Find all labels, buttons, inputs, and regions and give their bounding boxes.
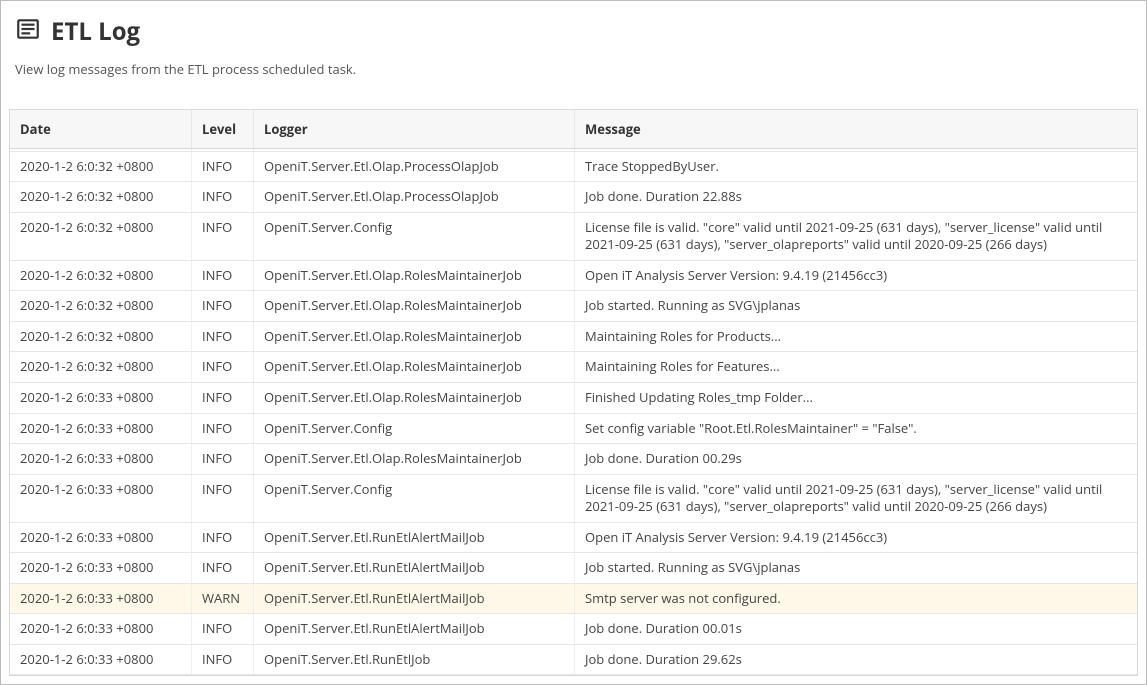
cell-message: License file is valid. "core" valid unti… [575, 475, 1137, 522]
cell-logger: OpeniT.Server.Etl.Olap.RolesMaintainerJo… [254, 322, 575, 352]
cell-logger: OpeniT.Server.Etl.RunEtlAlertMailJob [254, 584, 575, 614]
log-icon [15, 16, 41, 47]
cell-logger: OpeniT.Server.Etl.RunEtlAlertMailJob [254, 523, 575, 553]
table-row[interactable]: 2020-1-2 6:0:32 +0800INFOOpeniT.Server.E… [10, 352, 1137, 383]
cell-date: 2020-1-2 6:0:32 +0800 [10, 291, 192, 321]
cell-message: Job done. Duration 22.88s [575, 182, 1137, 212]
cell-date: 2020-1-2 6:0:33 +0800 [10, 475, 192, 522]
column-header-date[interactable]: Date [10, 110, 192, 148]
cell-message: Job done. Duration 00.29s [575, 444, 1137, 474]
title-row: ETL Log [15, 15, 1132, 48]
table-row[interactable]: 2020-1-2 6:0:32 +0800INFOOpeniT.Server.E… [10, 261, 1137, 292]
cell-level: INFO [192, 614, 254, 644]
cell-message: Maintaining Roles for Features... [575, 352, 1137, 382]
cell-level: INFO [192, 414, 254, 444]
table-row[interactable]: 2020-1-2 6:0:33 +0800INFOOpeniT.Server.E… [10, 523, 1137, 554]
table-row[interactable]: 2020-1-2 6:0:32 +0800INFOOpeniT.Server.E… [10, 182, 1137, 213]
cell-level: INFO [192, 444, 254, 474]
cell-logger: OpeniT.Server.Etl.RunEtlAlertMailJob [254, 553, 575, 583]
cell-level: INFO [192, 182, 254, 212]
page-subtitle: View log messages from the ETL process s… [15, 60, 1132, 78]
cell-level: INFO [192, 645, 254, 675]
cell-level: WARN [192, 584, 254, 614]
cell-level: INFO [192, 383, 254, 413]
cell-logger: OpeniT.Server.Etl.Olap.RolesMaintainerJo… [254, 352, 575, 382]
cell-date: 2020-1-2 6:0:33 +0800 [10, 645, 192, 675]
cell-logger: OpeniT.Server.Etl.RunEtlAlertMailJob [254, 614, 575, 644]
cell-logger: OpeniT.Server.Etl.Olap.ProcessOlapJob [254, 182, 575, 212]
table-row[interactable]: 2020-1-2 6:0:32 +0800INFOOpeniT.Server.E… [10, 152, 1137, 183]
table-row[interactable]: 2020-1-2 6:0:33 +0800INFOOpeniT.Server.E… [10, 645, 1137, 675]
cell-logger: OpeniT.Server.Etl.RunEtlJob [254, 645, 575, 675]
cell-message: Job done. Duration 29.62s [575, 645, 1137, 675]
cell-date: 2020-1-2 6:0:32 +0800 [10, 182, 192, 212]
cell-message: License file is valid. "core" valid unti… [575, 213, 1137, 260]
log-table: Date Level Logger Message 2020-1-2 6:0:3… [9, 109, 1138, 676]
cell-date: 2020-1-2 6:0:33 +0800 [10, 614, 192, 644]
table-row[interactable]: 2020-1-2 6:0:33 +0800INFOOpeniT.Server.C… [10, 475, 1137, 523]
column-header-message[interactable]: Message [575, 110, 1137, 148]
etl-log-page: ETL Log View log messages from the ETL p… [0, 0, 1147, 685]
cell-message: Trace StoppedByUser. [575, 152, 1137, 182]
table-row[interactable]: 2020-1-2 6:0:33 +0800INFOOpeniT.Server.C… [10, 414, 1137, 445]
cell-logger: OpeniT.Server.Etl.Olap.RolesMaintainerJo… [254, 261, 575, 291]
cell-level: INFO [192, 523, 254, 553]
cell-date: 2020-1-2 6:0:33 +0800 [10, 383, 192, 413]
table-row[interactable]: 2020-1-2 6:0:33 +0800INFOOpeniT.Server.E… [10, 553, 1137, 584]
cell-logger: OpeniT.Server.Etl.Olap.RolesMaintainerJo… [254, 383, 575, 413]
cell-logger: OpeniT.Server.Config [254, 475, 575, 522]
cell-message: Set config variable "Root.Etl.RolesMaint… [575, 414, 1137, 444]
cell-message: Open iT Analysis Server Version: 9.4.19 … [575, 523, 1137, 553]
cell-level: INFO [192, 322, 254, 352]
cell-level: INFO [192, 261, 254, 291]
cell-message: Job started. Running as SVG\jplanas [575, 553, 1137, 583]
cell-logger: OpeniT.Server.Etl.Olap.RolesMaintainerJo… [254, 291, 575, 321]
table-row[interactable]: 2020-1-2 6:0:32 +0800INFOOpeniT.Server.C… [10, 213, 1137, 261]
cell-logger: OpeniT.Server.Config [254, 213, 575, 260]
cell-date: 2020-1-2 6:0:32 +0800 [10, 149, 192, 151]
cell-logger: OpeniT.Server.Config [254, 414, 575, 444]
cell-message: Maintaining Roles for Products... [575, 322, 1137, 352]
cell-date: 2020-1-2 6:0:33 +0800 [10, 553, 192, 583]
cell-logger: OpeniT.Server.Etl.Olap.ProcessOlapJob [254, 152, 575, 182]
table-row[interactable]: 2020-1-2 6:0:32 +0800INFOOpeniT.Server.E… [10, 291, 1137, 322]
cell-date: 2020-1-2 6:0:33 +0800 [10, 414, 192, 444]
cell-level: INFO [192, 291, 254, 321]
cell-date: 2020-1-2 6:0:33 +0800 [10, 444, 192, 474]
cell-level: INFO [192, 475, 254, 522]
page-header: ETL Log View log messages from the ETL p… [1, 1, 1146, 100]
table-header-row: Date Level Logger Message [10, 110, 1137, 149]
table-row[interactable]: 2020-1-2 6:0:33 +0800INFOOpeniT.Server.E… [10, 614, 1137, 645]
cell-level: INFO [192, 553, 254, 583]
cell-date: 2020-1-2 6:0:33 +0800 [10, 584, 192, 614]
cell-level: INFO [192, 213, 254, 260]
column-header-level[interactable]: Level [192, 110, 254, 148]
table-row[interactable]: 2020-1-2 6:0:32 +0800INFOOpeniT.Server.E… [10, 322, 1137, 353]
cell-message: Open iT Analysis Server Version: 9.4.19 … [575, 261, 1137, 291]
table-row[interactable]: 2020-1-2 6:0:33 +0800INFOOpeniT.Server.E… [10, 444, 1137, 475]
cell-date: 2020-1-2 6:0:32 +0800 [10, 352, 192, 382]
cell-date: 2020-1-2 6:0:32 +0800 [10, 152, 192, 182]
cell-level: INFO [192, 352, 254, 382]
table-body-scroll[interactable]: 2020-1-2 6:0:32 +0800INFOOpeniT.Server.E… [10, 149, 1137, 675]
cell-message: Finished Updating Roles_tmp Folder... [575, 383, 1137, 413]
cell-logger: OpeniT.Server.Etl.Olap.ProcessOlapJob [254, 149, 575, 151]
cell-message: Job done. Duration 00.01s [575, 614, 1137, 644]
cell-logger: OpeniT.Server.Etl.Olap.RolesMaintainerJo… [254, 444, 575, 474]
cell-message: Duration: 21.03s. Processing batch finis… [575, 149, 1137, 151]
cell-message: Job started. Running as SVG\jplanas [575, 291, 1137, 321]
cell-level: INFO [192, 149, 254, 151]
cell-date: 2020-1-2 6:0:32 +0800 [10, 213, 192, 260]
page-title: ETL Log [51, 15, 140, 48]
cell-date: 2020-1-2 6:0:33 +0800 [10, 523, 192, 553]
column-header-logger[interactable]: Logger [254, 110, 575, 148]
table-row[interactable]: 2020-1-2 6:0:33 +0800WARNOpeniT.Server.E… [10, 584, 1137, 615]
cell-message: Smtp server was not configured. [575, 584, 1137, 614]
cell-date: 2020-1-2 6:0:32 +0800 [10, 261, 192, 291]
table-row[interactable]: 2020-1-2 6:0:33 +0800INFOOpeniT.Server.E… [10, 383, 1137, 414]
cell-level: INFO [192, 152, 254, 182]
cell-date: 2020-1-2 6:0:32 +0800 [10, 322, 192, 352]
